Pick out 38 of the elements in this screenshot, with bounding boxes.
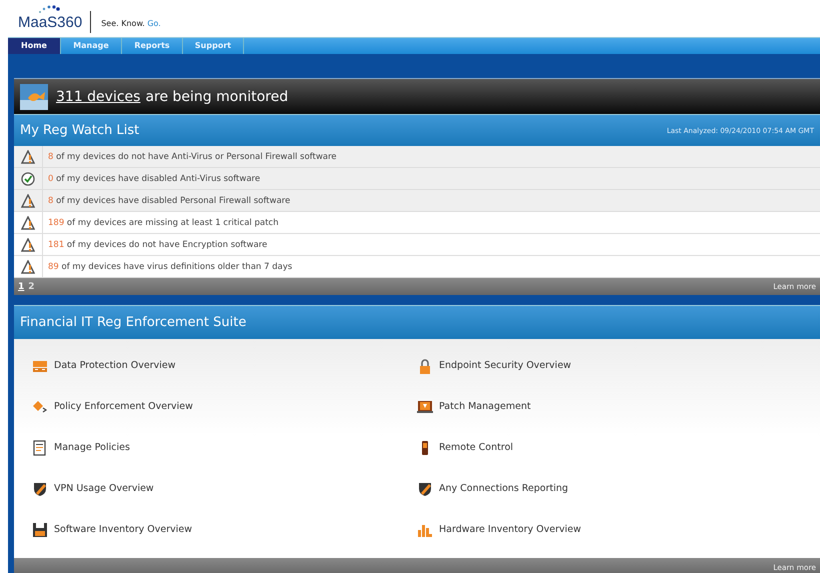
watch-item-text[interactable]: 8 of my devices do not have Anti-Virus or Personal Firewall software	[48, 152, 337, 162]
check-icon	[21, 172, 35, 186]
banner-text: are being monitored	[145, 88, 288, 104]
warning-icon	[21, 260, 35, 274]
panel-title: My Reg Watch List	[20, 123, 140, 138]
suite-link[interactable]: Hardware Inventory Overview	[439, 524, 582, 535]
document-icon	[32, 440, 48, 456]
suite-link[interactable]: Data Protection Overview	[54, 360, 176, 371]
watch-item-text[interactable]: 181 of my devices do not have Encryption software	[48, 240, 268, 250]
watch-item-text[interactable]: 189 of my devices are missing at least 1 critical patch	[48, 218, 278, 228]
shield-icon	[32, 480, 48, 496]
shield-icon	[417, 480, 433, 496]
suite-link[interactable]: VPN Usage Overview	[54, 483, 154, 494]
suite-link[interactable]: Remote Control	[439, 442, 514, 453]
suite-link[interactable]: Software Inventory Overview	[54, 524, 192, 535]
warning-icon	[21, 216, 35, 230]
monitor-icon	[417, 398, 433, 414]
suite-link[interactable]: Policy Enforcement Overview	[54, 401, 193, 412]
logo[interactable]: MaaS360	[18, 14, 82, 31]
panel-title: Financial IT Reg Enforcement Suite	[20, 315, 246, 330]
warning-icon	[21, 194, 35, 208]
nav-tab[interactable]: Home	[8, 38, 61, 54]
tagline: See. Know. Go.	[101, 19, 161, 28]
suite-link[interactable]: Any Connections Reporting	[439, 483, 568, 494]
warning-icon	[21, 150, 35, 164]
suite-link[interactable]: Manage Policies	[54, 442, 130, 453]
padlock-icon	[417, 358, 433, 374]
warning-icon	[21, 238, 35, 252]
logo-dots-icon	[38, 4, 60, 14]
devices-link[interactable]: 311 devices	[56, 88, 140, 104]
watch-item-text[interactable]: 8 of my devices have disabled Personal Firewall software	[48, 196, 290, 206]
watch-item-text[interactable]: 0 of my devices have disabled Anti-Virus software	[48, 174, 260, 184]
suite-link[interactable]: Patch Management	[439, 401, 531, 412]
fish-icon	[20, 84, 48, 110]
diamond-arrow-icon	[32, 398, 48, 414]
watch-item-text[interactable]: 89 of my devices have virus definitions older than 7 days	[48, 262, 292, 272]
suite-link[interactable]: Endpoint Security Overview	[439, 360, 572, 371]
page-link[interactable]: 1	[18, 282, 24, 292]
